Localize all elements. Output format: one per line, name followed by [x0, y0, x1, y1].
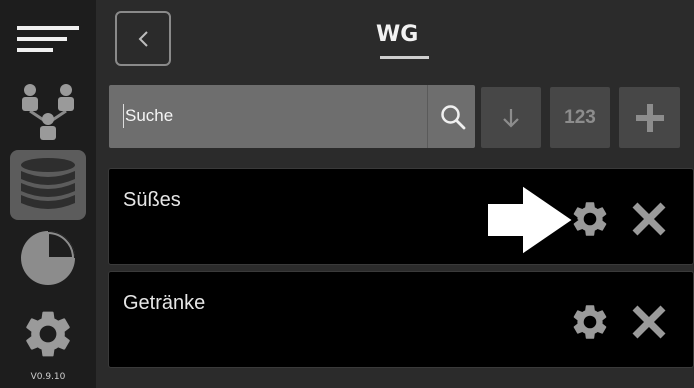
close-icon	[632, 202, 666, 236]
version-label: V0.9.10	[30, 372, 66, 382]
arrow-down-icon	[503, 108, 519, 128]
search-icon	[441, 104, 466, 129]
page-title: WG	[376, 22, 419, 47]
sidebar: V0.9.10	[0, 0, 96, 388]
search-button[interactable]	[431, 85, 475, 148]
menu-button[interactable]	[10, 18, 86, 60]
main-panel: WG 123 Süßes	[96, 0, 694, 388]
list-item-label: Süßes	[123, 189, 181, 211]
chevron-left-icon	[138, 30, 148, 47]
annotation-arrow-icon	[484, 180, 579, 260]
search-bar	[109, 85, 475, 148]
sidebar-item-statistics[interactable]	[10, 226, 86, 290]
title-underline	[380, 56, 429, 59]
gear-icon	[573, 305, 607, 339]
sidebar-item-settings[interactable]	[10, 302, 86, 366]
menu-icon	[17, 26, 79, 52]
database-icon	[21, 158, 75, 209]
sidebar-item-database[interactable]	[10, 150, 86, 220]
sort-numeric-label: 123	[564, 106, 596, 128]
list-item[interactable]: Süßes	[108, 168, 694, 265]
delete-button[interactable]	[629, 302, 669, 346]
delete-button[interactable]	[629, 199, 669, 243]
pie-chart-icon	[21, 231, 75, 285]
gear-icon	[26, 311, 70, 357]
edit-button[interactable]	[569, 301, 611, 347]
search-divider	[427, 85, 428, 148]
list-item[interactable]: Getränke	[108, 271, 694, 368]
sidebar-item-users[interactable]	[10, 80, 86, 142]
sort-direction-button[interactable]	[481, 87, 541, 148]
back-button[interactable]	[115, 11, 171, 66]
search-input[interactable]	[123, 104, 405, 128]
plus-icon	[635, 103, 664, 132]
list-item-label: Getränke	[123, 292, 206, 314]
add-button[interactable]	[619, 87, 680, 148]
users-icon	[22, 84, 74, 140]
close-icon	[632, 305, 666, 339]
sort-numeric-button[interactable]: 123	[550, 87, 610, 148]
